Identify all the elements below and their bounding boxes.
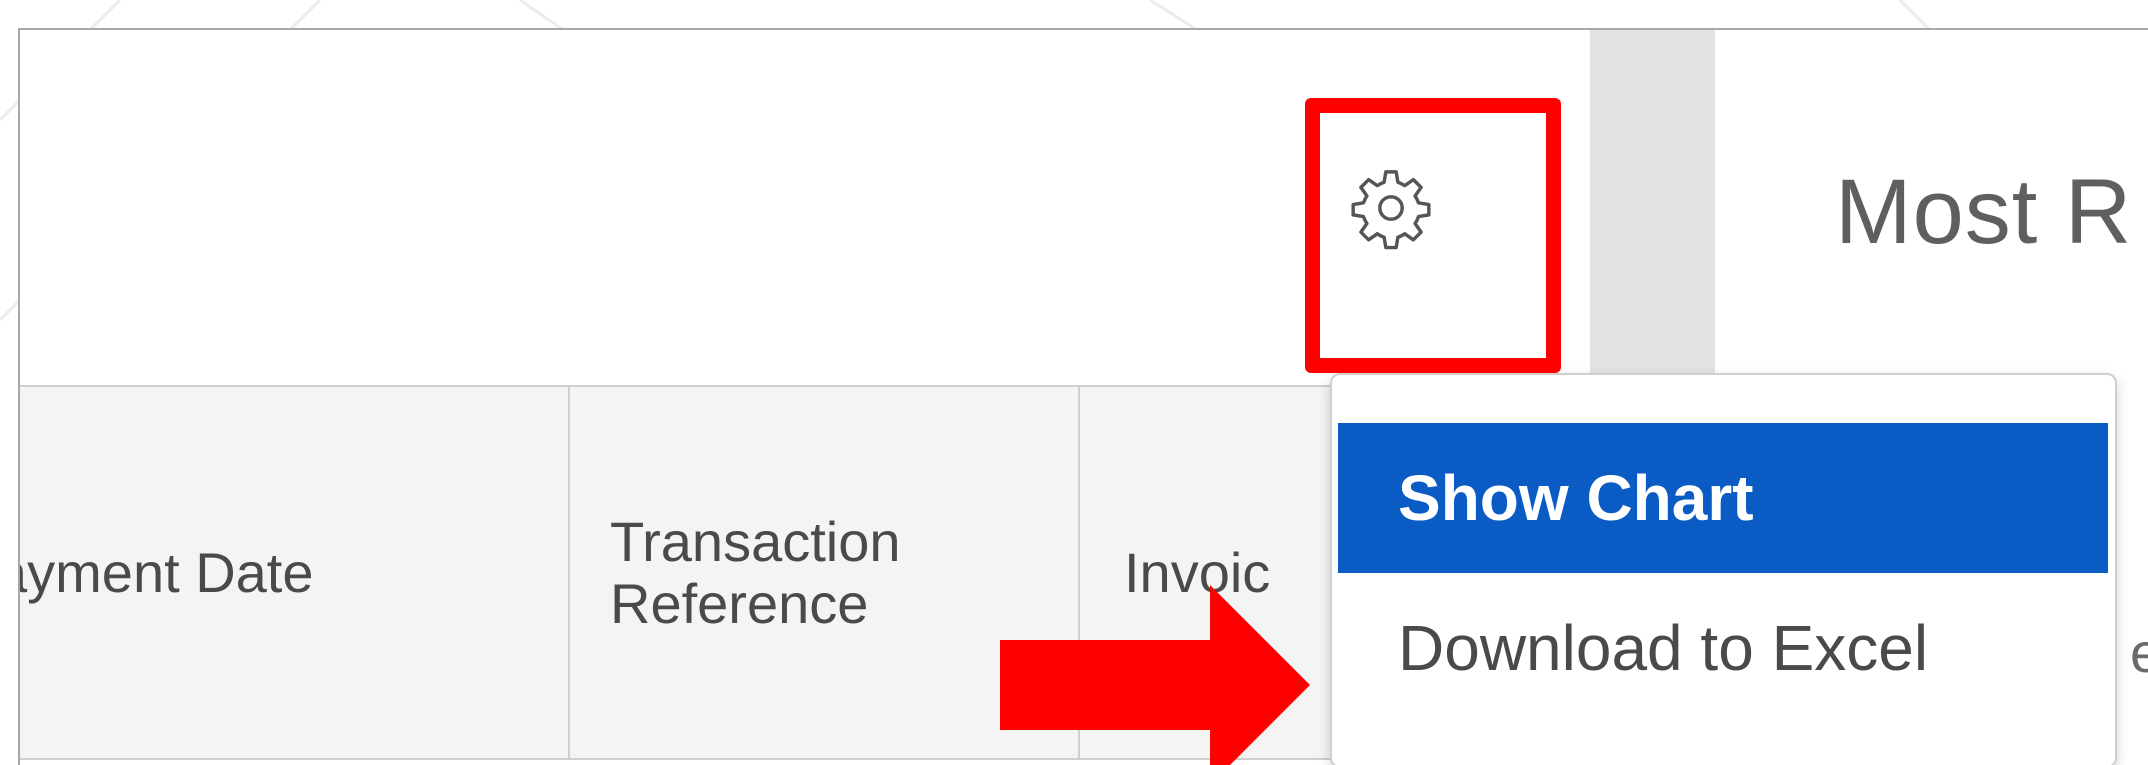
app-panel: Most R ayment Date Transaction Reference… [18,28,2148,765]
menu-item-download-to-excel[interactable]: Download to Excel [1338,573,2108,723]
column-header-payment-date[interactable]: ayment Date [20,387,570,758]
settings-button[interactable] [1346,165,1436,255]
column-header-transaction-reference[interactable]: Transaction Reference [570,387,1080,758]
column-header-label: Transaction Reference [610,509,901,635]
right-panel-title: Most R [1835,161,2133,263]
column-header-label: ayment Date [18,540,314,604]
gear-icon [1348,165,1434,256]
hidden-column-text: e [2130,620,2148,685]
menu-item-show-chart[interactable]: Show Chart [1338,423,2108,573]
column-header-label: Invoic [1124,540,1271,604]
settings-dropdown-menu: Show Chart Download to Excel [1330,373,2117,765]
screenshot-stage: Most R ayment Date Transaction Reference… [0,0,2148,765]
